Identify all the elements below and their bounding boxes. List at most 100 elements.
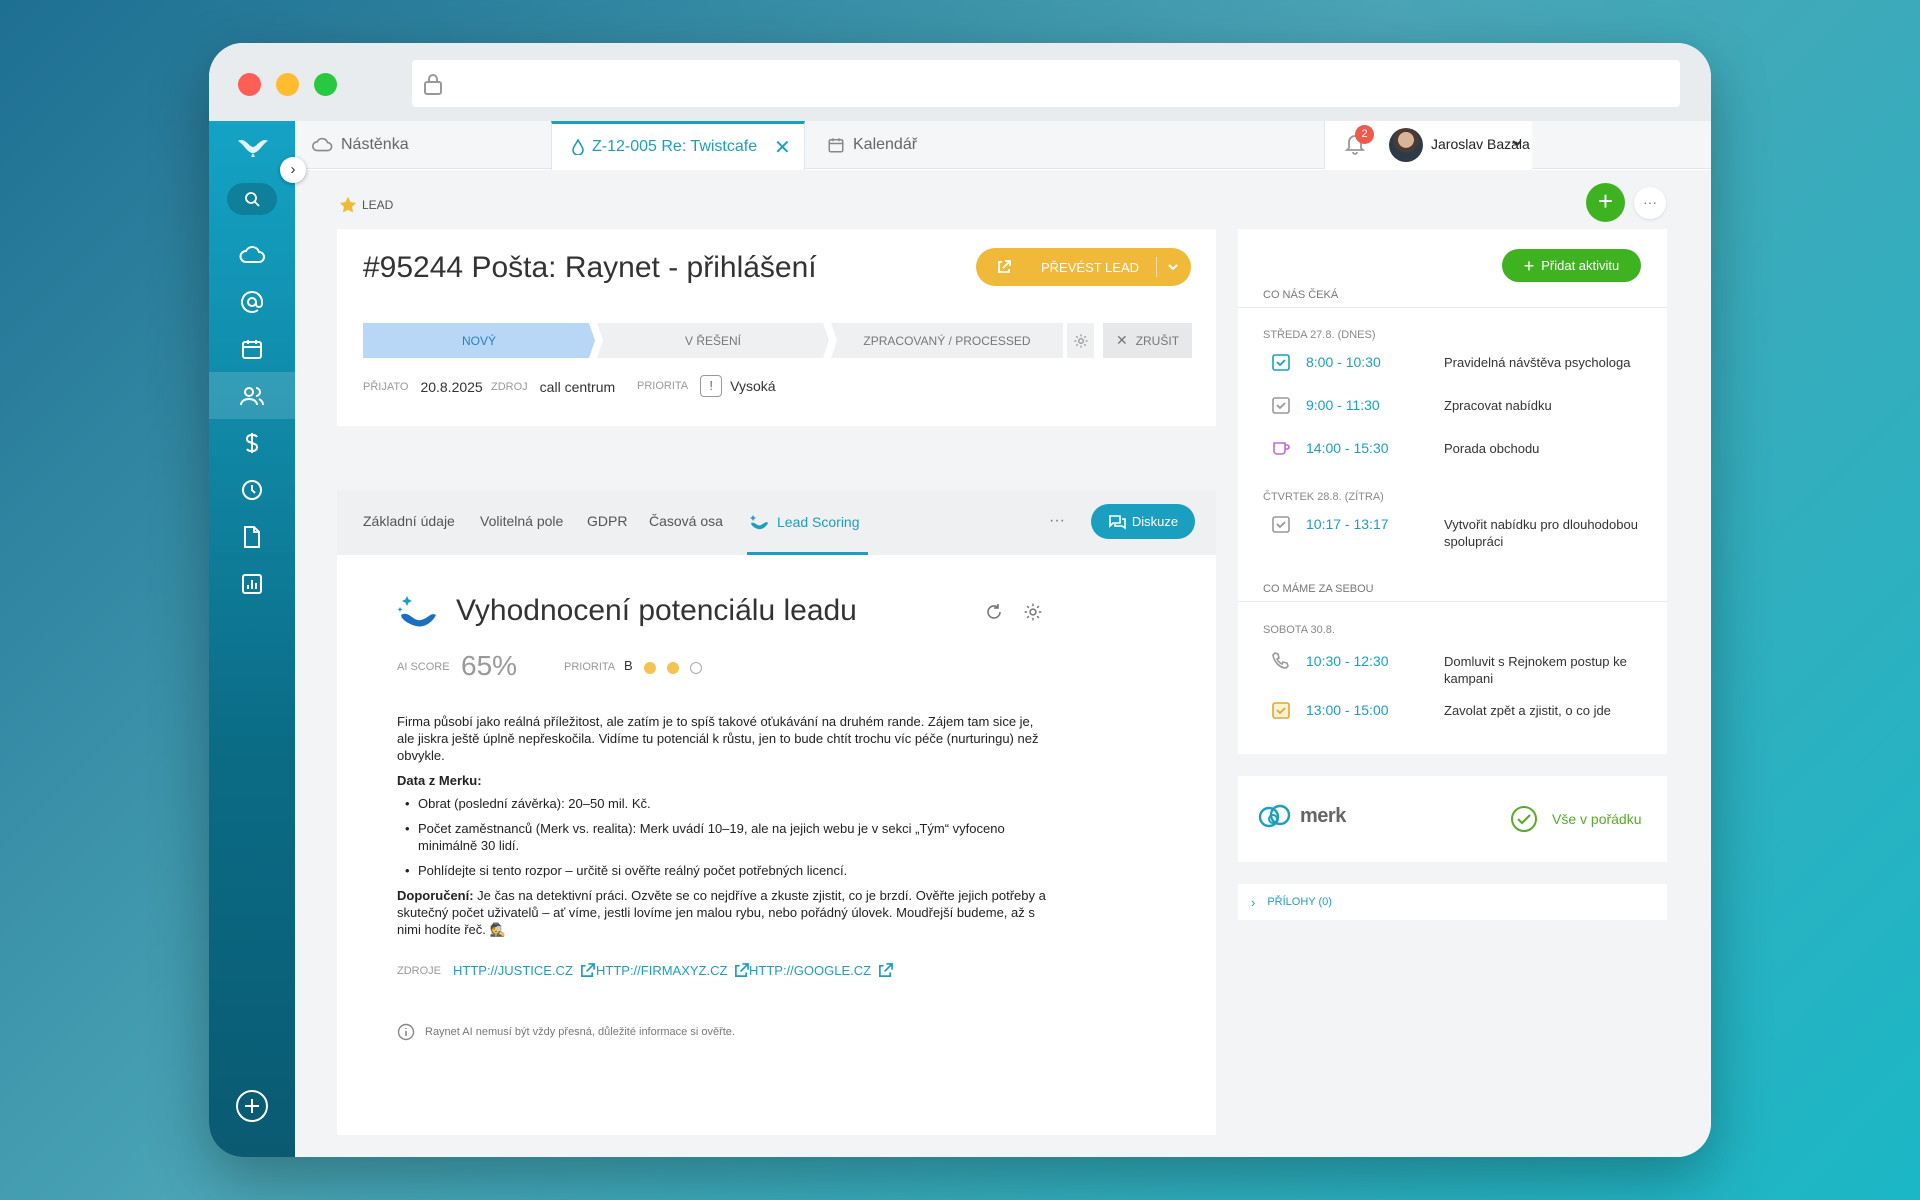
cloud-icon — [312, 137, 333, 152]
close-tab-icon[interactable]: ✕ — [774, 135, 791, 160]
sidebar — [209, 121, 295, 1157]
plus-circle-icon — [236, 1090, 268, 1122]
day-label: STŘEDA 27.8. (DNES) — [1263, 329, 1376, 341]
external-link-icon — [879, 963, 893, 977]
subtab-timeline[interactable]: Časová osa — [649, 513, 723, 529]
address-bar[interactable] — [412, 60, 1680, 107]
calendar-icon — [242, 339, 262, 359]
main-content: LEAD + ··· #95244 Pošta: Raynet - přihlá… — [295, 170, 1711, 1157]
cancel-lead-button[interactable]: ✕ ZRUŠIT — [1103, 323, 1192, 358]
subtab-label: Lead Scoring — [777, 514, 860, 530]
app-logo[interactable] — [237, 135, 269, 162]
convert-lead-button[interactable]: PŘEVÉST LEAD — [976, 248, 1191, 286]
source-link-google[interactable]: HTTP://GOOGLE.CZ — [749, 963, 893, 978]
minimize-window-button[interactable] — [276, 73, 299, 96]
recommendation: Doporučení: Je čas na detektivní práci. … — [397, 887, 1047, 938]
sidebar-item-reports[interactable] — [209, 560, 295, 607]
activity-time: 8:00 - 10:30 — [1306, 354, 1381, 370]
more-options-button[interactable]: ··· — [1634, 187, 1666, 219]
attachments-toggle[interactable]: › PŘÍLOHY (0) — [1238, 884, 1667, 920]
meta-label: ZDROJ — [491, 381, 528, 393]
divider — [1238, 601, 1667, 602]
subtab-lead-scoring[interactable]: Lead Scoring — [749, 513, 860, 531]
maximize-window-button[interactable] — [314, 73, 337, 96]
meta-value: call centrum — [539, 379, 616, 395]
source-link-text: HTTP://GOOGLE.CZ — [749, 963, 872, 978]
bullet-item: Počet zaměstnanců (Merk vs. realita): Me… — [405, 820, 1047, 854]
sidebar-add-button[interactable] — [235, 1089, 269, 1128]
data-bullets: Obrat (poslední závěrka): 20–50 mil. Kč.… — [405, 795, 1047, 879]
sources-label: ZDROJE — [397, 965, 441, 977]
tab-dashboard[interactable]: Nástěnka — [311, 121, 409, 169]
pipeline-settings-button[interactable] — [1067, 323, 1094, 358]
sidebar-item-sales[interactable] — [209, 419, 295, 466]
attachments-label: PŘÍLOHY (0) — [1267, 896, 1332, 908]
activity-time: 10:30 - 12:30 — [1306, 653, 1389, 669]
sidebar-item-email[interactable] — [209, 278, 295, 325]
ai-logo — [397, 593, 439, 636]
priority-dot-empty — [690, 662, 702, 674]
ai-title: Vyhodnocení potenciálu leadu — [456, 594, 857, 627]
subtab-basic[interactable]: Základní údaje — [363, 513, 455, 529]
merk-logo-text: merk — [1300, 804, 1346, 827]
tab-bar: Nástěnka Z-12-005 Re: Twistcafe ✕ Kalend… — [295, 121, 1711, 170]
chevron-down-icon[interactable] — [1511, 137, 1523, 149]
star-icon — [339, 196, 357, 213]
sidebar-expand-button[interactable]: › — [280, 157, 306, 183]
avatar[interactable] — [1389, 128, 1423, 162]
stage-new[interactable]: NOVÝ — [363, 323, 595, 358]
day-label: ČTVRTEK 28.8. (ZÍTRA) — [1263, 491, 1384, 503]
external-link-icon — [580, 963, 595, 977]
ai-disclaimer: Raynet AI nemusí být vždy přesná, důleži… — [397, 1023, 735, 1041]
activity-time: 9:00 - 11:30 — [1306, 397, 1380, 413]
drop-icon — [572, 139, 584, 155]
source-link-justice[interactable]: HTTP://JUSTICE.CZ — [453, 963, 595, 978]
active-tab-indicator — [747, 552, 868, 555]
subtab-gdpr[interactable]: GDPR — [587, 513, 627, 529]
priority-dot-filled — [667, 662, 679, 674]
close-window-button[interactable] — [238, 73, 261, 96]
gear-icon[interactable] — [1023, 602, 1043, 622]
chat-icon — [1108, 514, 1126, 529]
clock-icon — [242, 479, 262, 500]
stage-processed[interactable]: ZPRACOVANÝ / PROCESSED — [831, 323, 1063, 358]
tab-lead-record[interactable]: Z-12-005 Re: Twistcafe ✕ — [551, 121, 805, 170]
info-icon — [397, 1023, 415, 1041]
add-button[interactable]: + — [1586, 183, 1625, 222]
tab-label: Kalendář — [853, 136, 918, 153]
discussion-button[interactable]: Diskuze — [1091, 504, 1195, 539]
user-area: 2 Jaroslav Bazala — [1324, 121, 1532, 169]
source-link-firmaxyz[interactable]: HTTP://FIRMAXYZ.CZ — [596, 963, 750, 978]
external-link-icon — [735, 963, 750, 977]
day-label: SOBOTA 30.8. — [1263, 624, 1335, 636]
meta-priority: PRIORITA ! Vysoká — [637, 375, 776, 397]
merk-card: merk Vše v pořádku — [1238, 776, 1667, 862]
record-type-text: LEAD — [362, 198, 394, 212]
sidebar-item-calendar[interactable] — [209, 325, 295, 372]
lead-scoring-card: Základní údaje Volitelná pole GDPR Časov… — [337, 490, 1216, 1135]
data-heading: Data z Merku: — [397, 773, 482, 788]
stage-in-progress[interactable]: V ŘEŠENÍ — [597, 323, 829, 358]
recommendation-label: Doporučení: — [397, 888, 474, 903]
activity-time: 13:00 - 15:00 — [1306, 702, 1389, 718]
add-activity-button[interactable]: + Přidat aktivitu — [1502, 249, 1641, 282]
sidebar-item-contacts[interactable] — [209, 372, 295, 419]
sidebar-item-history[interactable] — [209, 466, 295, 513]
tab-calendar[interactable]: Kalendář — [827, 121, 917, 169]
ai-paragraph: Firma působí jako reálná příležitost, al… — [397, 714, 1039, 763]
discussion-label: Diskuze — [1131, 514, 1179, 529]
merk-status: Vše v pořádku — [1510, 805, 1642, 833]
tab-label: Nástěnka — [341, 136, 409, 153]
subtab-custom-fields[interactable]: Volitelná pole — [480, 513, 563, 529]
merk-logo[interactable]: merk — [1258, 803, 1346, 829]
ai-summary: Firma působí jako reálná příležitost, al… — [397, 713, 1047, 946]
button-separator — [1156, 257, 1157, 277]
sidebar-item-documents[interactable] — [209, 513, 295, 560]
refresh-icon[interactable] — [985, 603, 1003, 621]
convert-lead-label: PŘEVÉST LEAD — [1041, 260, 1140, 275]
source-link-text: HTTP://JUSTICE.CZ — [453, 963, 573, 978]
sidebar-search-button[interactable] — [227, 183, 277, 215]
subtabs-more-button[interactable]: ··· — [1049, 512, 1065, 530]
chevron-down-icon[interactable] — [1167, 261, 1179, 273]
sidebar-item-dashboard[interactable] — [209, 231, 295, 278]
